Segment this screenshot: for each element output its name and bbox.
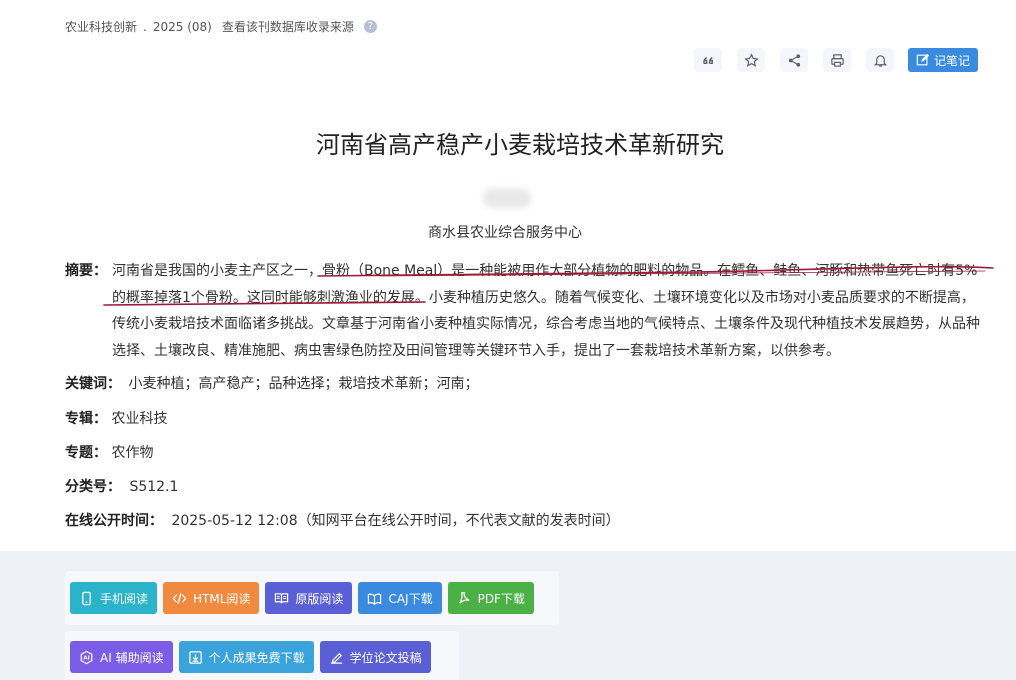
journal-line: 农业科技创新 . 2025 (08) 查看该刊数据库收录来源 ? [65,18,377,35]
classification-label: 分类号： [65,479,121,495]
help-icon[interactable]: ? [363,20,377,33]
take-note-button[interactable]: 记笔记 [908,48,979,72]
svg-text:AI: AI [83,655,89,661]
pdf-icon [458,591,470,604]
share-icon[interactable] [780,48,808,72]
journal-link[interactable]: 农业科技创新 [65,18,137,35]
code-icon [172,592,187,604]
thesis-submit-label: 学位论文投稿 [349,650,422,665]
caj-download-label: CAJ下载 [388,591,433,606]
published-label: 在线公开时间： [65,513,163,529]
mobile-read-label: 手机阅读 [100,591,149,606]
pen-icon [330,652,342,664]
author-name-blurred[interactable] [483,188,531,208]
download-area: 手机阅读 HTML阅读 原版阅读 CAJ下载 PDF下载 AI AI 辅助阅读 … [0,551,1016,680]
topic-row: 专题： 农作物 [65,442,153,462]
pdf-download-button[interactable]: PDF下载 [447,582,534,614]
book-open-icon [275,592,289,603]
bell-icon[interactable] [866,48,894,72]
thesis-submit-button[interactable]: 学位论文投稿 [319,641,431,673]
toolbar: 记笔记 [694,48,979,72]
issue-link[interactable]: 2025 (08) [153,20,212,34]
abstract-text: 河南省是我国的小麦主产区之一，骨粉（Bone Meal）是一种能被用作大部分植物… [112,263,980,359]
pdf-download-label: PDF下载 [477,591,525,606]
source-link[interactable]: 查看该刊数据库收录来源 [222,18,354,35]
original-read-button[interactable]: 原版阅读 [265,582,353,614]
read-download-panel: 手机阅读 HTML阅读 原版阅读 CAJ下载 PDF下载 [65,571,559,625]
caj-download-button[interactable]: CAJ下载 [358,582,442,614]
author-organization[interactable]: 商水县农业综合服务中心 [0,222,1010,242]
download-icon [188,650,202,664]
original-read-label: 原版阅读 [295,591,344,606]
published-value: 2025-05-12 12:08（知网平台在线公开时间，不代表文献的发表时间） [171,513,620,529]
abstract-section: 摘要： 河南省是我国的小麦主产区之一，骨粉（Bone Meal）是一种能被用作大… [65,258,980,364]
classification-value: S512.1 [129,479,179,495]
html-read-button[interactable]: HTML阅读 [163,582,260,614]
book-icon [368,593,382,605]
abstract-label: 摘要： [65,263,107,279]
note-label: 记笔记 [934,53,971,68]
ai-icon: AI [80,650,93,664]
ai-read-label: AI 辅助阅读 [100,650,164,665]
separator: . [143,19,147,34]
article-title: 河南省高产稳产小麦栽培技术革新研究 [316,131,724,159]
html-read-label: HTML阅读 [193,591,251,606]
print-icon[interactable] [823,48,851,72]
topic-label: 专题： [65,445,107,461]
keywords-row: 关键词： 小麦种植；高产稳产；品种选择；栽培技术革新；河南； [65,373,478,393]
keywords-label: 关键词： [65,376,121,392]
series-row: 专辑： 农业科技 [65,408,167,428]
personal-download-label: 个人成果免费下载 [208,650,305,665]
quote-icon[interactable] [694,48,722,72]
mobile-read-button[interactable]: 手机阅读 [70,582,158,614]
extra-actions-panel: AI AI 辅助阅读 个人成果免费下载 学位论文投稿 [65,631,459,680]
series-value: 农业科技 [111,411,168,427]
ai-read-button[interactable]: AI AI 辅助阅读 [70,641,173,673]
star-icon[interactable] [737,48,765,72]
series-label: 专辑： [65,411,107,427]
keywords-list[interactable]: 小麦种植；高产稳产；品种选择；栽培技术革新；河南； [128,376,478,392]
edit-icon [916,53,930,66]
classification-row: 分类号： S512.1 [65,476,178,496]
personal-download-button[interactable]: 个人成果免费下载 [178,641,314,673]
published-row: 在线公开时间： 2025-05-12 12:08（知网平台在线公开时间，不代表文… [65,510,620,530]
topic-value: 农作物 [111,445,154,461]
phone-icon [82,591,91,605]
